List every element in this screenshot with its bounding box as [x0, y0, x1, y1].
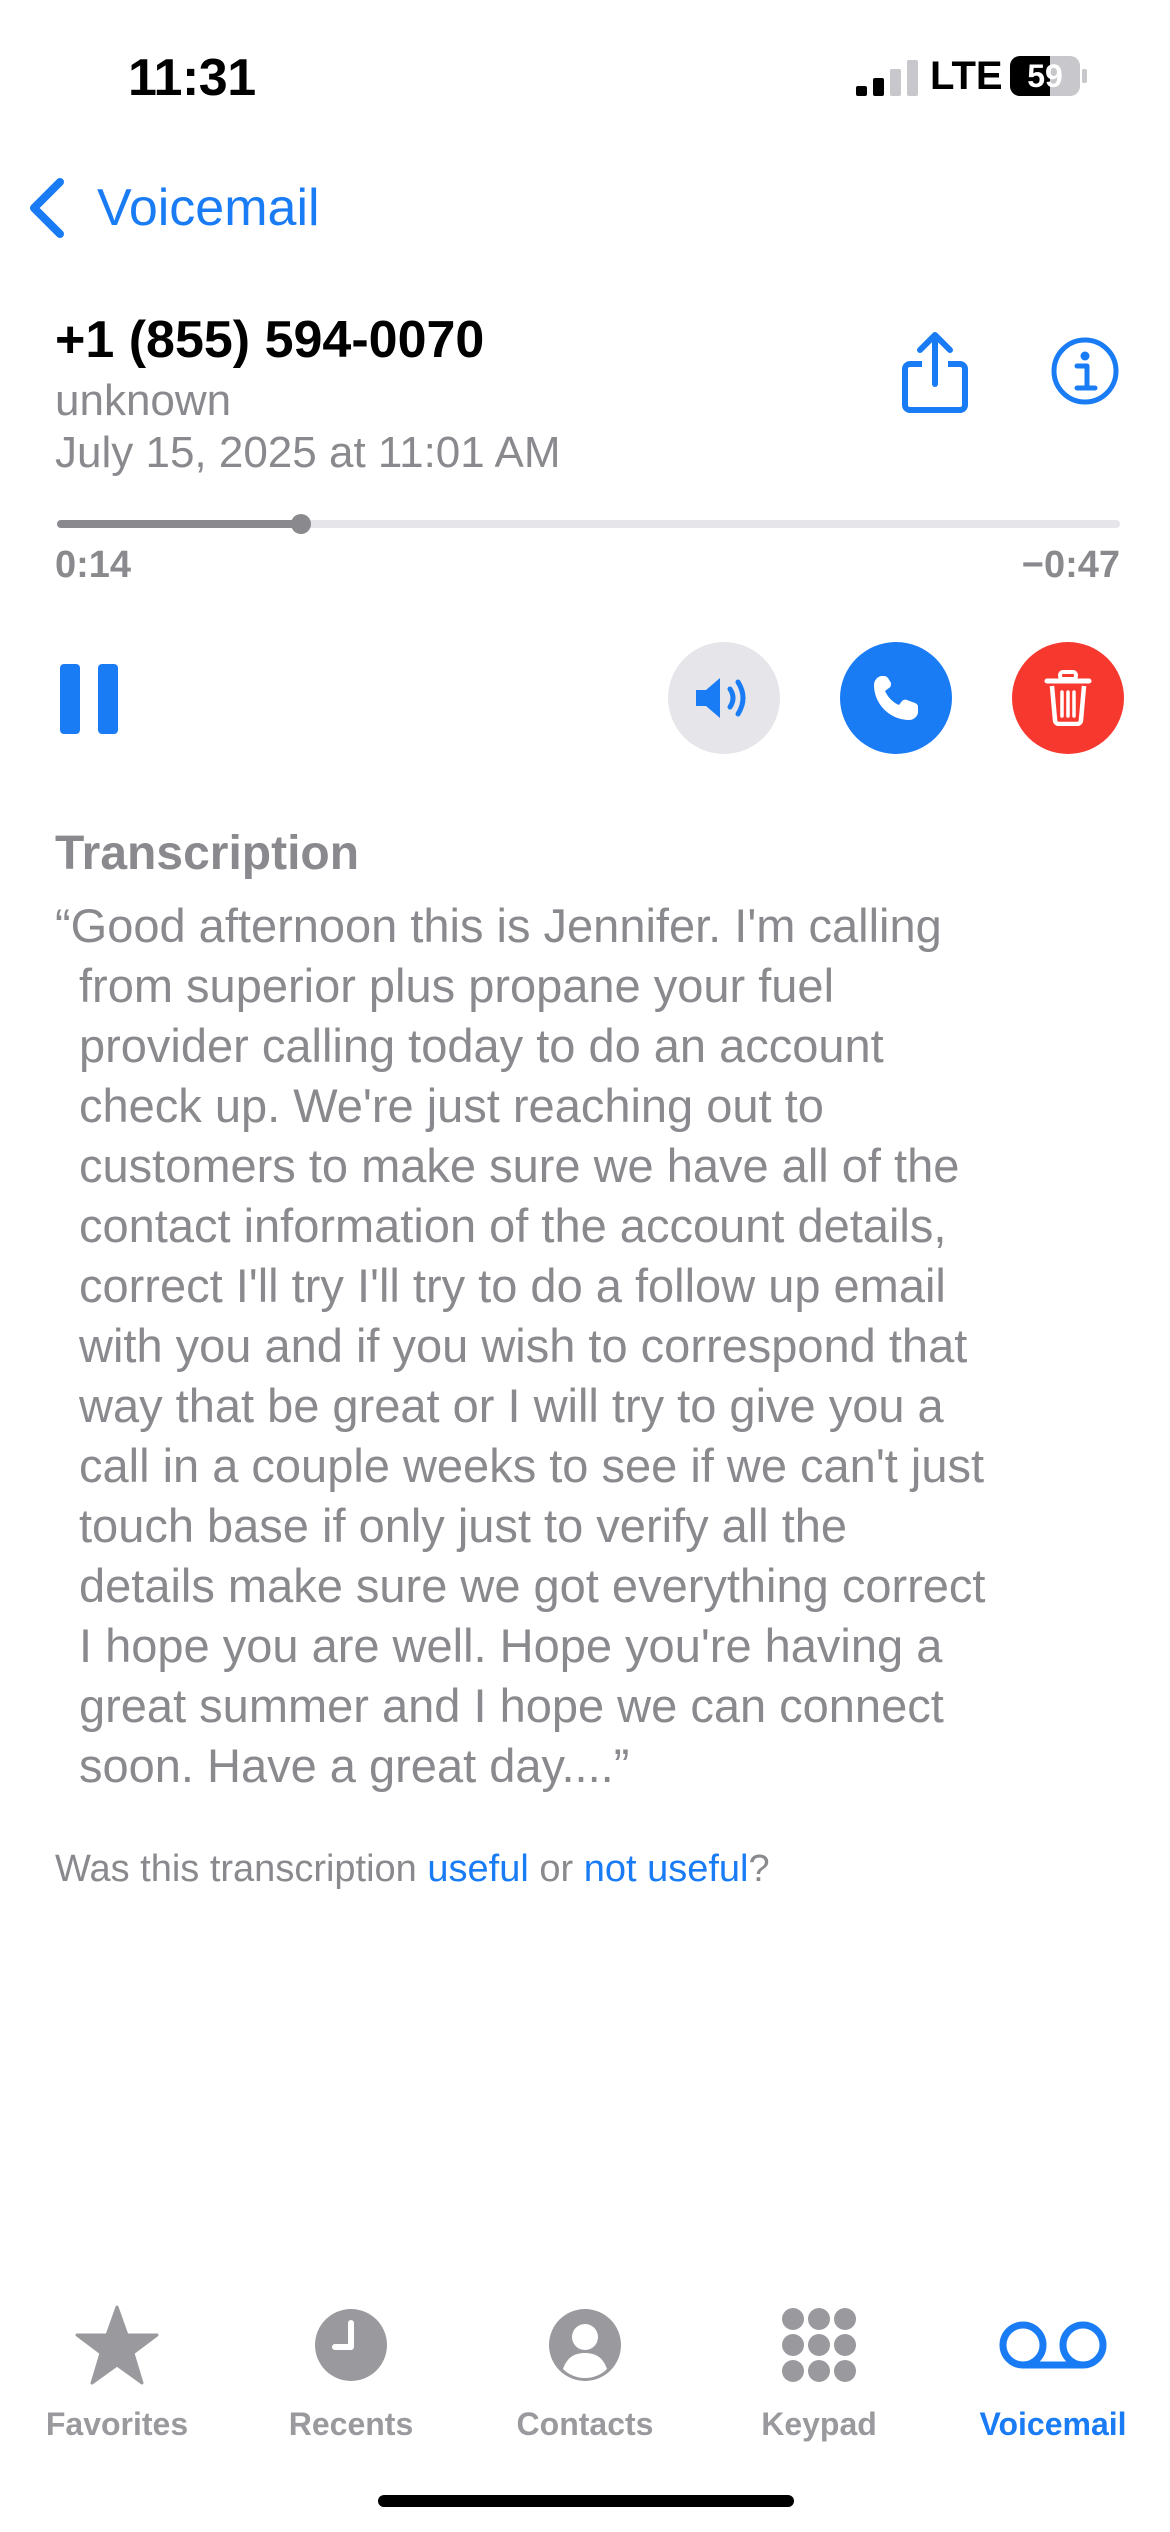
transcription-line: from superior plus propane your fuel: [79, 959, 835, 1012]
transcription-text: “Good afternoon this is Jennifer. I'm ca…: [55, 896, 1135, 1796]
cellular-signal-icon: [856, 60, 918, 96]
transcription-line: with you and if you wish to correspond t…: [79, 1319, 968, 1372]
transcription-line: call in a couple weeks to see if we can'…: [79, 1439, 985, 1492]
pause-button[interactable]: [60, 664, 118, 734]
speaker-icon: [696, 678, 746, 718]
battery-icon: 59: [1010, 56, 1088, 96]
transcription-line: contact information of the account detai…: [79, 1199, 947, 1252]
remaining-time: −0:47: [1021, 544, 1120, 586]
transcription-line: “Good afternoon this is Jennifer. I'm ca…: [55, 899, 942, 952]
transcription-line: check up. We're just reaching out to: [79, 1079, 824, 1132]
transcription-line: great summer and I hope we can connect: [79, 1679, 944, 1732]
speaker-button[interactable]: [668, 642, 780, 754]
star-icon: [75, 2305, 159, 2385]
elapsed-time: 0:14: [55, 544, 132, 586]
tab-keypad[interactable]: Keypad: [702, 2300, 936, 2443]
useful-link[interactable]: useful: [427, 1848, 528, 1890]
tab-voicemail[interactable]: Voicemail: [936, 2300, 1170, 2443]
tab-label: Recents: [288, 2406, 414, 2442]
transcription-line: touch base if only just to verify all th…: [79, 1499, 848, 1552]
voicemail-datetime: July 15, 2025 at 11:01 AM: [55, 428, 561, 477]
transcription-line: details make sure we got everything corr…: [79, 1559, 986, 1612]
transcription-line: way that be great or I will try to give …: [79, 1379, 944, 1432]
transcription-line: soon. Have a great day....”: [79, 1739, 630, 1792]
tab-label: Favorites: [45, 2406, 189, 2442]
transcription-line: provider calling today to do an account: [79, 1019, 884, 1072]
tab-label: Voicemail: [979, 2406, 1127, 2442]
voicemail-icon: [999, 2321, 1107, 2369]
info-icon[interactable]: [1050, 336, 1120, 406]
feedback-suffix: ?: [748, 1848, 770, 1890]
pause-icon: [60, 664, 80, 734]
feedback-or: or: [528, 1848, 584, 1890]
playback-progress: [57, 520, 301, 528]
tab-contacts[interactable]: Contacts: [468, 2300, 702, 2443]
keypad-icon: [782, 2308, 856, 2382]
tab-label: Contacts: [516, 2406, 654, 2442]
person-icon: [549, 2309, 621, 2381]
back-button[interactable]: Voicemail: [97, 178, 320, 238]
delete-button[interactable]: [1012, 642, 1124, 754]
transcription-heading: Transcription: [55, 827, 360, 880]
share-icon[interactable]: [898, 330, 972, 414]
tab-favorites[interactable]: Favorites: [0, 2300, 234, 2443]
call-back-button[interactable]: [840, 642, 952, 754]
clock-icon: [315, 2309, 387, 2381]
phone-icon: [874, 676, 918, 720]
not-useful-link[interactable]: not useful: [584, 1848, 749, 1890]
playback-scrubber[interactable]: [291, 514, 311, 534]
transcription-line: customers to make sure we have all of th…: [79, 1139, 960, 1192]
tab-recents[interactable]: Recents: [234, 2300, 468, 2443]
transcription-line: correct I'll try I'll try to do a follow…: [79, 1259, 946, 1312]
transcription-feedback: Was this transcription useful or not use…: [55, 1848, 770, 1891]
transcription-line: I hope you are well. Hope you're having …: [79, 1619, 943, 1672]
caller-label: unknown: [55, 376, 232, 425]
network-type: LTE: [930, 54, 1003, 98]
chevron-left-icon[interactable]: [26, 176, 68, 240]
tab-label: Keypad: [761, 2406, 877, 2442]
trash-icon: [1044, 670, 1092, 726]
home-indicator[interactable]: [378, 2495, 794, 2507]
status-time: 11:31: [128, 49, 256, 107]
feedback-prompt: Was this transcription: [55, 1848, 428, 1890]
battery-level: 59: [1027, 58, 1063, 94]
caller-number: +1 (855) 594-0070: [55, 311, 485, 369]
